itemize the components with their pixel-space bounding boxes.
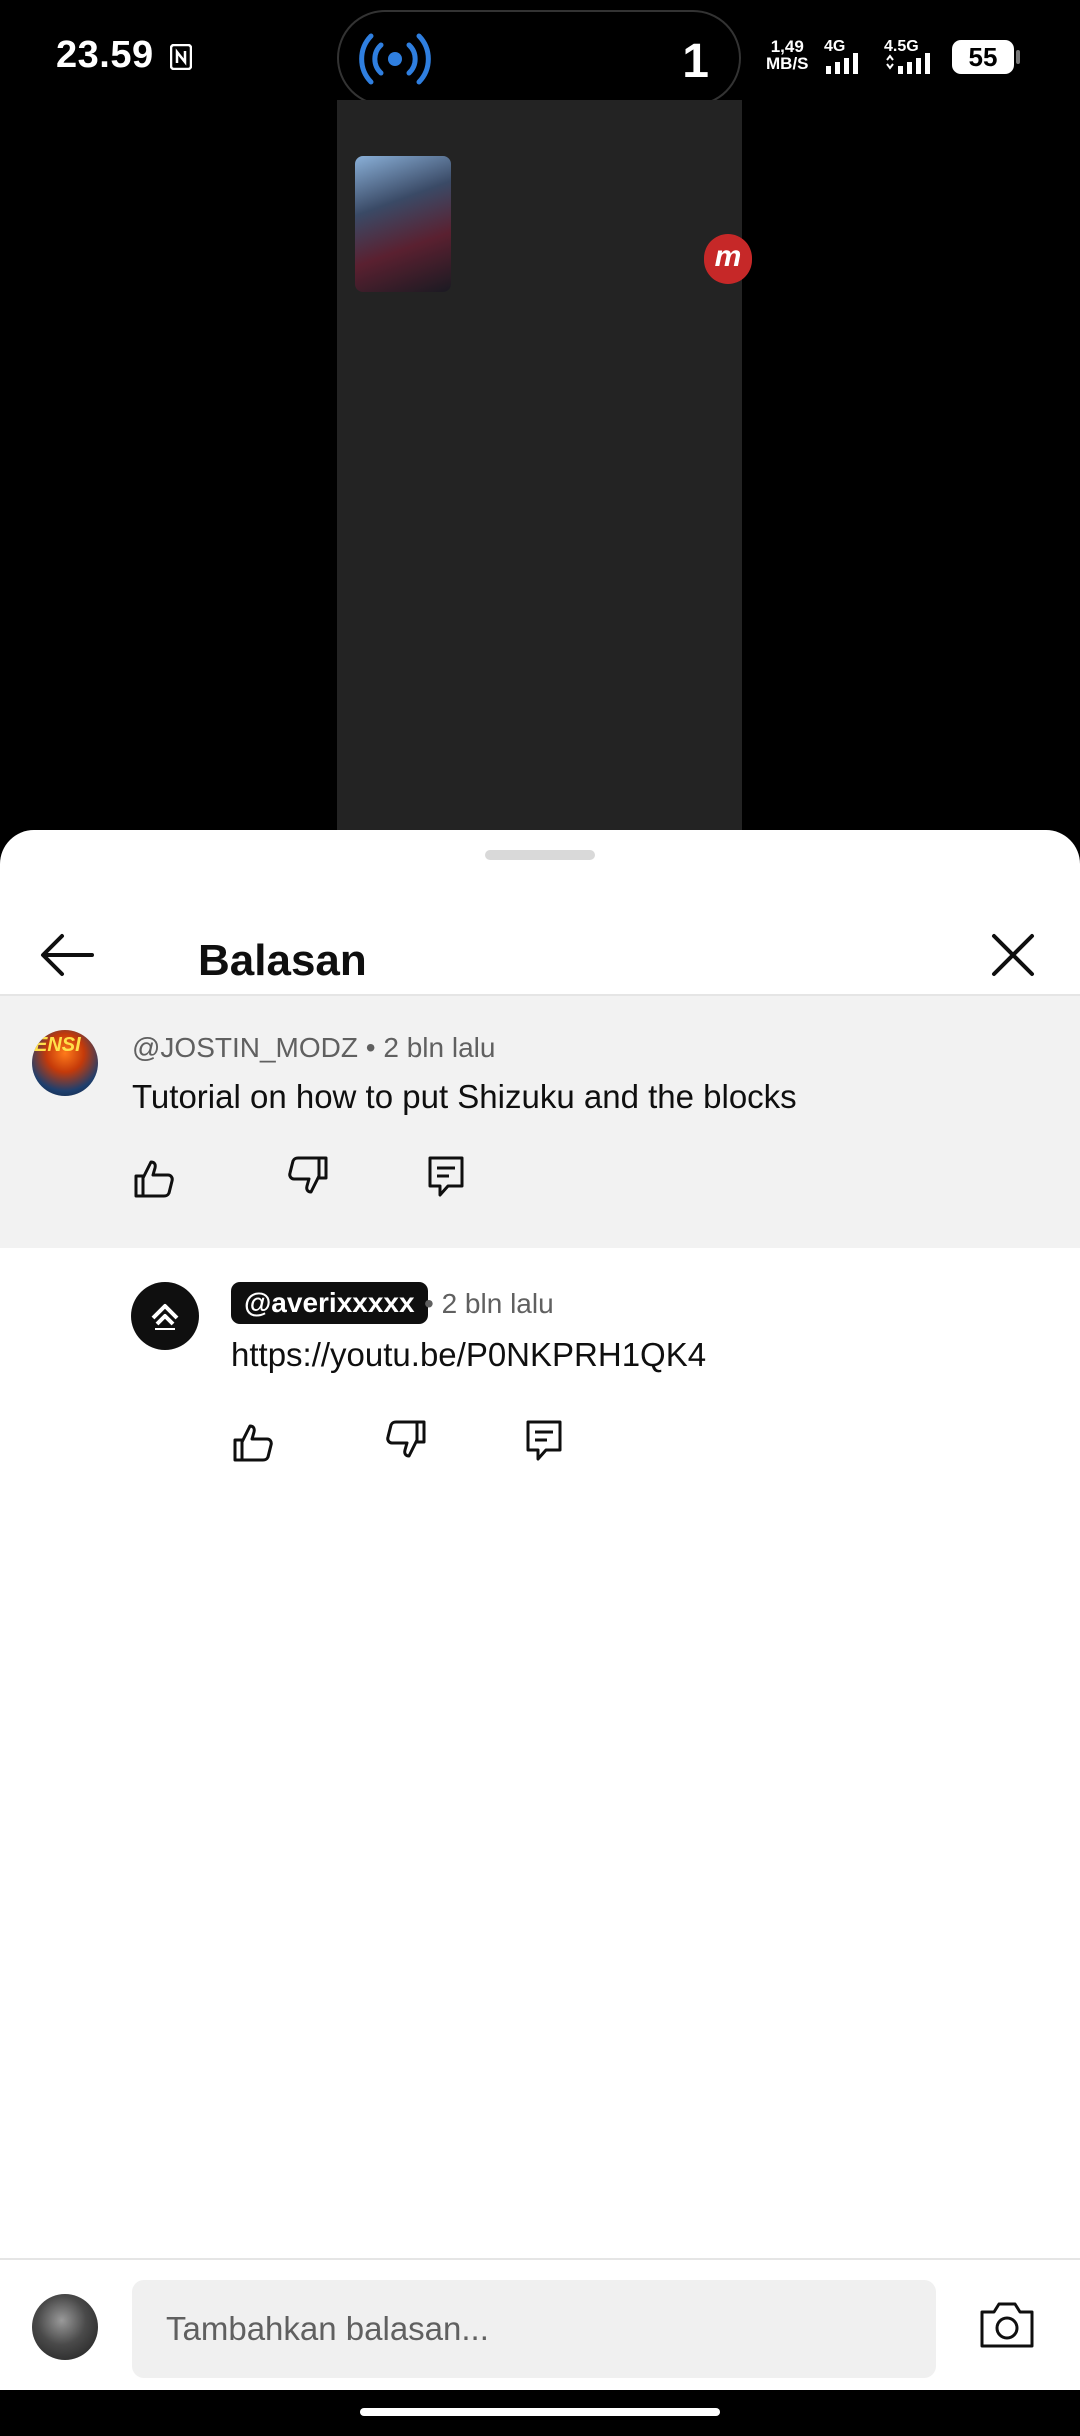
back-arrow-icon[interactable] [38,932,96,978]
island-count: 1 [682,35,709,88]
reply-input[interactable] [132,2280,936,2378]
dislike-icon[interactable] [384,1418,428,1462]
live-broadcast-icon [359,33,431,85]
comment-text: Tutorial on how to put Shizuku and the b… [132,1078,797,1115]
dynamic-island[interactable]: 1 [337,10,741,106]
battery-tip [1016,50,1020,64]
speed-value: 1,49 [770,37,804,56]
nfc-icon [170,44,192,70]
dislike-icon[interactable] [286,1154,330,1198]
comment-author[interactable]: @JOSTIN_MODZ [132,1032,358,1063]
parent-comment: ENSI @JOSTIN_MODZ • 2 bln lalu Tutorial … [0,996,1080,1248]
sheet-header: Balasan [0,870,1080,996]
replies-sheet: Balasan ENSI @JOSTIN_MODZ • 2 bln lalu T… [0,830,1080,2320]
like-icon[interactable] [132,1156,176,1200]
network-speed: 1,49 MB/S [766,38,809,72]
comment-meta: @JOSTIN_MODZ • 2 bln lalu [132,1032,495,1064]
avatar[interactable]: ENSI [32,1030,98,1096]
signal-icon-2 [886,53,930,74]
reply-text-link[interactable]: https://youtu.be/P0NKPRH1QK4 [231,1336,706,1374]
reply-icon[interactable] [522,1418,566,1462]
status-bar: 23.59 1 1,49 MB/S 4G 4.5G 55 [0,0,1080,110]
speed-unit: MB/S [766,54,809,73]
sheet-title: Balasan [198,936,367,985]
home-indicator[interactable] [360,2408,720,2416]
clock: 23.59 [56,34,154,76]
system-nav-bar [0,2390,1080,2436]
character-thumbnail [355,156,451,292]
like-icon[interactable] [231,1420,275,1464]
video-player[interactable]: m [337,100,752,830]
reply-avatar[interactable] [131,1282,199,1350]
reply-icon[interactable] [424,1154,468,1198]
channel-watermark-logo: m [704,234,752,284]
signal-icon [826,53,858,74]
averix-logo-icon [151,1304,179,1330]
reply-compose-bar [0,2258,1080,2392]
close-icon[interactable] [988,930,1038,980]
reply-author-badge[interactable]: @averixxxxx [231,1282,428,1324]
avatar[interactable] [32,2294,98,2360]
camera-icon[interactable] [978,2300,1036,2350]
reply-time: • 2 bln lalu [424,1288,554,1319]
battery-indicator: 55 [952,40,1014,74]
drag-handle[interactable] [485,850,595,860]
comment-time: • 2 bln lalu [365,1032,496,1063]
